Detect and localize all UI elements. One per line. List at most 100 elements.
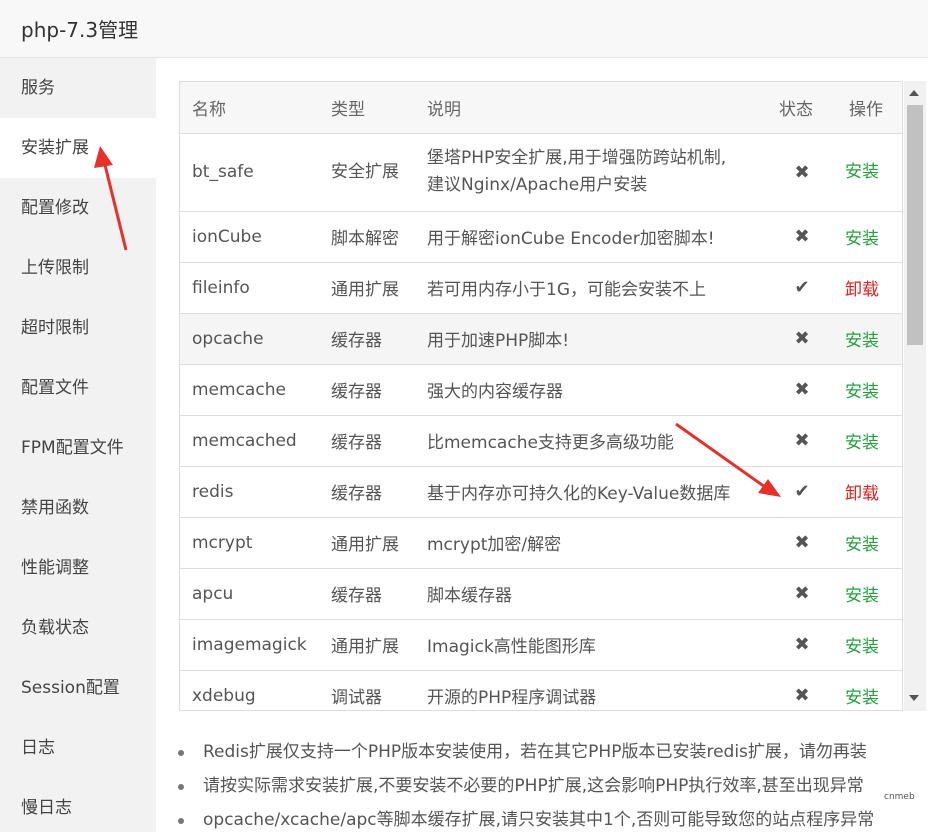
note-item: Redis扩展仅支持一个PHP版本安装使用，若在其它PHP版本已安装redis扩… (175, 735, 928, 769)
ext-type: 通用扩展 (319, 262, 415, 314)
extensions-table-container: 名称 类型 说明 状态 操作 bt_safe 安全扩展 堡塔PHP安全扩展,用于… (179, 81, 903, 711)
table-row: apcu 缓存器 脚本缓存器 ✖ 安装 (180, 568, 902, 620)
ext-type: 通用扩展 (319, 619, 415, 671)
header-type: 类型 (319, 82, 415, 134)
cross-icon: ✖ (767, 313, 837, 365)
ext-name: bt_safe (180, 133, 319, 212)
cross-icon: ✖ (767, 670, 837, 710)
table-row: imagemagick 通用扩展 Imagick高性能图形库 ✖ 安装 (180, 619, 902, 671)
notes-list: Redis扩展仅支持一个PHP版本安装使用，若在其它PHP版本已安装redis扩… (175, 735, 928, 832)
ext-desc: 开源的PHP程序调试器 (415, 670, 767, 710)
ext-name: ionCube (180, 211, 319, 263)
ext-name: xdebug (180, 670, 319, 710)
check-icon: ✔ (767, 262, 837, 314)
table-row: ionCube 脚本解密 用于解密ionCube Encoder加密脚本! ✖ … (180, 211, 902, 263)
sidebar-item-session-config[interactable]: Session配置 (0, 658, 156, 718)
cross-icon: ✖ (767, 415, 837, 467)
table-row: bt_safe 安全扩展 堡塔PHP安全扩展,用于增强防跨站机制, 建议Ngin… (180, 133, 902, 212)
ext-name: fileinfo (180, 262, 319, 314)
table-row: memcached 缓存器 比memcache支持更多高级功能 ✖ 安装 (180, 415, 902, 467)
sidebar-item-fpm-config[interactable]: FPM配置文件 (0, 418, 156, 478)
sidebar-item-timeout-limit[interactable]: 超时限制 (0, 298, 156, 358)
cross-icon: ✖ (767, 211, 837, 263)
scrollbar-thumb[interactable] (907, 105, 923, 345)
install-button[interactable]: 安装 (845, 433, 879, 453)
header-op: 操作 (837, 82, 902, 134)
ext-name: mcrypt (180, 517, 319, 569)
table-row: mcrypt 通用扩展 mcrypt加密/解密 ✖ 安装 (180, 517, 902, 569)
sidebar-item-config-edit[interactable]: 配置修改 (0, 178, 156, 238)
note-item: 请按实际需求安装扩展,不要安装不必要的PHP扩展,这会影响PHP执行效率,甚至出… (175, 769, 928, 803)
table-row: redis 缓存器 基于内存亦可持久化的Key-Value数据库 ✔ 卸载 (180, 466, 902, 518)
table-row: opcache 缓存器 用于加速PHP脚本! ✖ 安装 (180, 313, 902, 365)
ext-desc-line: 堡塔PHP安全扩展,用于增强防跨站机制, (427, 148, 727, 168)
install-button[interactable]: 安装 (845, 637, 879, 657)
ext-desc-line: 建议Nginx/Apache用户安装 (427, 175, 648, 195)
header-name: 名称 (180, 82, 319, 134)
sidebar-item-disabled-functions[interactable]: 禁用函数 (0, 478, 156, 538)
ext-type: 通用扩展 (319, 517, 415, 569)
window-title: php-7.3管理 (21, 18, 139, 42)
sidebar-item-install-extensions[interactable]: 安装扩展 (0, 118, 156, 178)
sidebar-item-slow-log[interactable]: 慢日志 (0, 778, 156, 832)
ext-desc: 用于解密ionCube Encoder加密脚本! (415, 211, 767, 263)
table-header-row: 名称 类型 说明 状态 操作 (180, 82, 902, 134)
table-row: fileinfo 通用扩展 若可用内存小于1G，可能会安装不上 ✔ 卸载 (180, 262, 902, 314)
sidebar-item-config-file[interactable]: 配置文件 (0, 358, 156, 418)
uninstall-button[interactable]: 卸载 (845, 484, 879, 504)
window-titlebar: php-7.3管理 (0, 0, 928, 58)
install-button[interactable]: 安装 (845, 688, 879, 708)
sidebar-item-log[interactable]: 日志 (0, 718, 156, 778)
ext-type: 安全扩展 (319, 133, 415, 212)
ext-desc: 若可用内存小于1G，可能会安装不上 (415, 262, 767, 314)
cross-icon: ✖ (767, 517, 837, 569)
ext-name: memcached (180, 415, 319, 467)
table-row: memcache 缓存器 强大的内容缓存器 ✖ 安装 (180, 364, 902, 416)
install-button[interactable]: 安装 (845, 331, 879, 351)
watermark: cnmeb (884, 792, 915, 802)
note-item: opcache/xcache/apc等脚本缓存扩展,请只安装其中1个,否则可能导… (175, 803, 928, 832)
table-row: xdebug 调试器 开源的PHP程序调试器 ✖ 安装 (180, 670, 902, 710)
uninstall-button[interactable]: 卸载 (845, 280, 879, 300)
ext-type: 调试器 (319, 670, 415, 710)
sidebar-item-upload-limit[interactable]: 上传限制 (0, 238, 156, 298)
header-status: 状态 (767, 82, 837, 134)
header-desc: 说明 (415, 82, 767, 134)
sidebar-item-service[interactable]: 服务 (0, 58, 156, 118)
ext-type: 缓存器 (319, 364, 415, 416)
cross-icon: ✖ (767, 619, 837, 671)
ext-type: 缓存器 (319, 568, 415, 620)
sidebar: 服务 安装扩展 配置修改 上传限制 超时限制 配置文件 FPM配置文件 禁用函数… (0, 58, 156, 832)
install-button[interactable]: 安装 (845, 586, 879, 606)
ext-type: 缓存器 (319, 466, 415, 518)
cross-icon: ✖ (767, 568, 837, 620)
ext-desc: 用于加速PHP脚本! (415, 313, 767, 365)
sidebar-item-load-status[interactable]: 负载状态 (0, 598, 156, 658)
check-icon: ✔ (767, 466, 837, 518)
ext-desc: 基于内存亦可持久化的Key-Value数据库 (415, 466, 767, 518)
extensions-table: 名称 类型 说明 状态 操作 bt_safe 安全扩展 堡塔PHP安全扩展,用于… (180, 82, 902, 710)
ext-name: redis (180, 466, 319, 518)
ext-type: 缓存器 (319, 415, 415, 467)
ext-name: opcache (180, 313, 319, 365)
ext-type: 脚本解密 (319, 211, 415, 263)
install-button[interactable]: 安装 (845, 382, 879, 402)
cross-icon: ✖ (767, 364, 837, 416)
install-button[interactable]: 安装 (845, 162, 879, 182)
ext-name: apcu (180, 568, 319, 620)
ext-name: memcache (180, 364, 319, 416)
ext-desc: 强大的内容缓存器 (415, 364, 767, 416)
ext-desc: mcrypt加密/解密 (415, 517, 767, 569)
ext-desc: 脚本缓存器 (415, 568, 767, 620)
ext-name: imagemagick (180, 619, 319, 671)
scroll-up-icon[interactable] (909, 90, 919, 96)
ext-desc: 比memcache支持更多高级功能 (415, 415, 767, 467)
table-scrollbar[interactable] (904, 81, 926, 711)
ext-desc: Imagick高性能图形库 (415, 619, 767, 671)
sidebar-item-performance[interactable]: 性能调整 (0, 538, 156, 598)
ext-desc: 堡塔PHP安全扩展,用于增强防跨站机制, 建议Nginx/Apache用户安装 (415, 133, 767, 212)
install-button[interactable]: 安装 (845, 229, 879, 249)
cross-icon: ✖ (767, 133, 837, 212)
install-button[interactable]: 安装 (845, 535, 879, 555)
scroll-down-icon[interactable] (909, 695, 919, 701)
